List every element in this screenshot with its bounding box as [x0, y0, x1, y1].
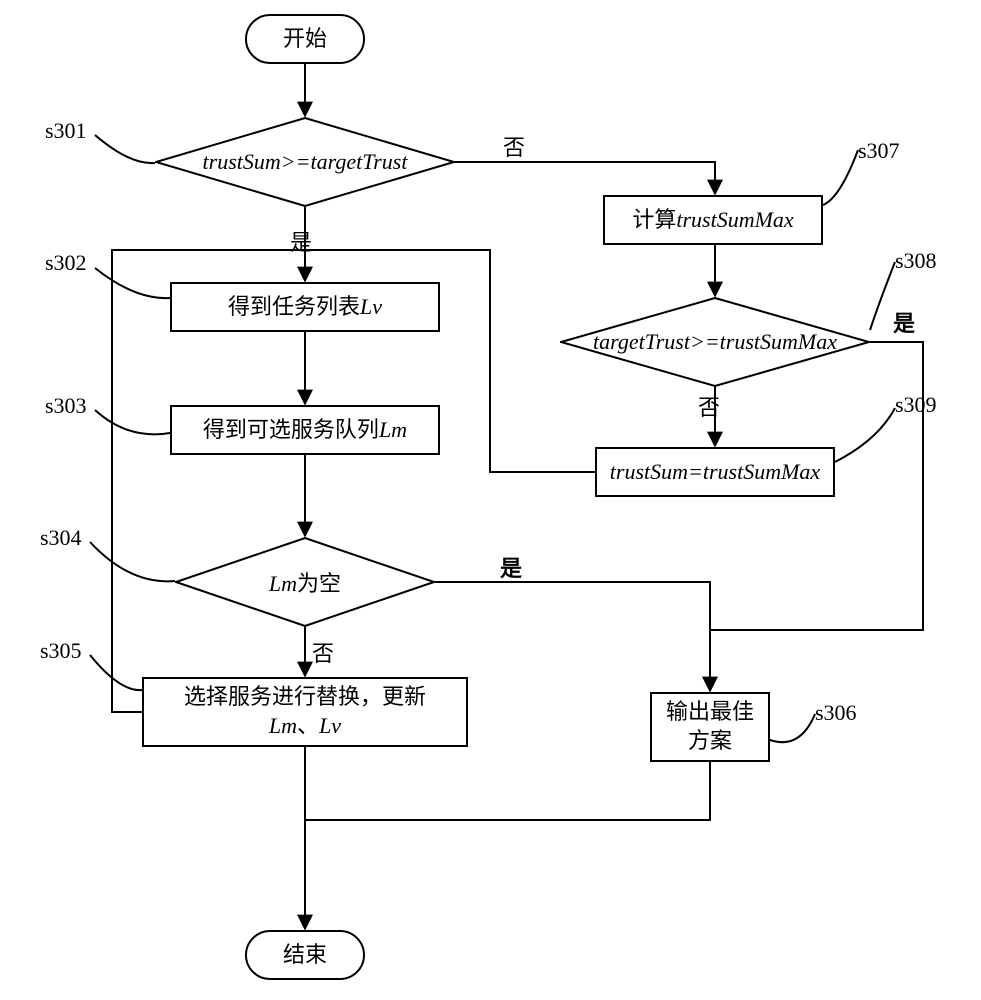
ref-s307: s307	[858, 138, 900, 164]
edge-label-yes-bold: 是	[500, 551, 522, 583]
terminator-end: 结束	[245, 930, 365, 980]
process-s302: 得到任务列表Lv	[170, 282, 440, 332]
ref-s304: s304	[40, 525, 82, 551]
decision-s308-label: targetTrust>=trustSumMax	[560, 297, 870, 387]
process-s307: 计算trustSumMax	[603, 195, 823, 245]
terminator-end-label: 结束	[283, 941, 327, 970]
ref-s308: s308	[895, 248, 937, 274]
edge-label-no: 否	[503, 130, 525, 162]
ref-s301: s301	[45, 118, 87, 144]
process-s305: 选择服务进行替换，更新 Lm、Lv	[142, 677, 468, 747]
process-s305-var1: Lm	[269, 713, 297, 738]
edge-label-no: 否	[698, 390, 720, 422]
process-s307-var: trustSumMax	[676, 207, 793, 232]
process-s309: trustSum=trustSumMax	[595, 447, 835, 497]
edge-label-yes-bold: 是	[893, 306, 915, 338]
process-s303: 得到可选服务队列Lm	[170, 405, 440, 455]
ref-s306: s306	[815, 700, 857, 726]
flowchart-canvas: 开始 trustSum>=targetTrust 得到任务列表Lv 得到可选服务…	[0, 0, 981, 1000]
edge-label-no: 否	[312, 636, 334, 668]
terminator-start: 开始	[245, 14, 365, 64]
flow-arrows	[0, 0, 981, 1000]
process-s303-var: Lm	[379, 417, 407, 442]
ref-s305: s305	[40, 638, 82, 664]
terminator-start-label: 开始	[283, 25, 327, 54]
decision-s301: trustSum>=targetTrust	[155, 117, 455, 207]
decision-s304-var: Lm	[269, 571, 297, 596]
decision-s304-label: Lm为空	[175, 537, 435, 627]
process-s305-sep: 、	[297, 713, 319, 738]
process-s307-text: 计算	[632, 207, 676, 232]
process-s306: 输出最佳 方案	[650, 692, 770, 762]
process-s306-line2: 方案	[688, 728, 732, 753]
ref-s309: s309	[895, 392, 937, 418]
edge-label-yes: 是	[290, 225, 312, 257]
ref-s302: s302	[45, 250, 87, 276]
process-s302-text: 得到任务列表	[228, 294, 360, 319]
process-s305-var2: Lv	[319, 713, 341, 738]
ref-s303: s303	[45, 393, 87, 419]
decision-s304-text: 为空	[297, 571, 341, 596]
process-s303-text: 得到可选服务队列	[203, 417, 379, 442]
decision-s304: Lm为空	[175, 537, 435, 627]
process-s306-line1: 输出最佳	[666, 699, 754, 724]
process-s302-var: Lv	[360, 294, 382, 319]
process-s305-line1: 选择服务进行替换，更新	[184, 684, 426, 709]
process-s309-text: trustSum=trustSumMax	[610, 458, 820, 487]
decision-s308: targetTrust>=trustSumMax	[560, 297, 870, 387]
decision-s301-label: trustSum>=targetTrust	[155, 117, 455, 207]
